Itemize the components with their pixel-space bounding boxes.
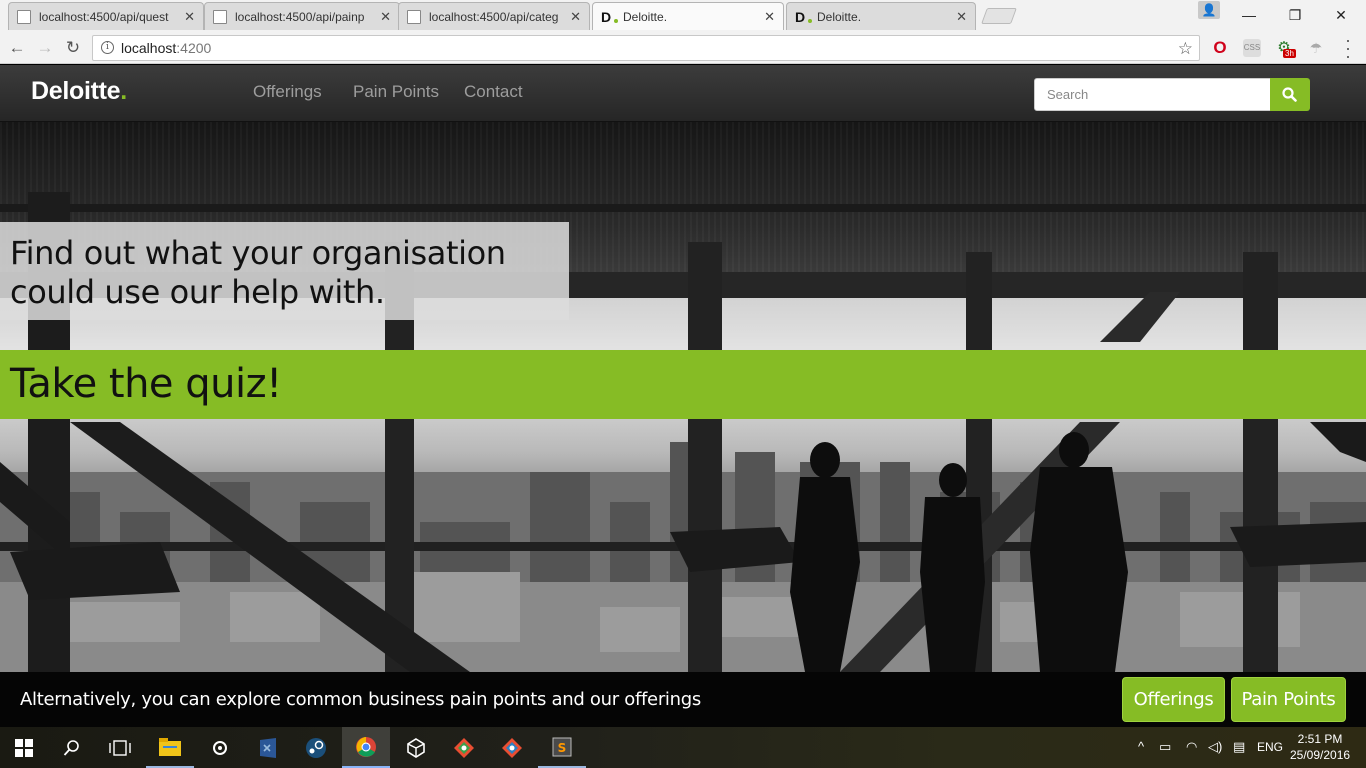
info-icon[interactable]: i xyxy=(101,41,114,54)
file-explorer-icon[interactable] xyxy=(146,727,194,768)
windows-start-icon[interactable] xyxy=(0,727,48,768)
clock-date: 25/09/2016 xyxy=(1290,748,1351,762)
close-tab-icon[interactable]: ✕ xyxy=(764,9,775,25)
deloitte-logo[interactable]: Deloitte. xyxy=(31,77,127,106)
pain-points-button[interactable]: Pain Points xyxy=(1231,677,1346,722)
browser-tab[interactable]: localhost:4500/api/quest ✕ xyxy=(8,2,204,30)
search-button[interactable] xyxy=(1270,78,1310,111)
page-viewport: Deloitte. Offerings Pain Points Contact xyxy=(0,65,1366,727)
new-tab-button[interactable] xyxy=(981,8,1017,24)
restore-icon[interactable]: ❐ xyxy=(1272,4,1318,26)
opera-icon[interactable]: O xyxy=(1211,39,1229,57)
browser-toolbar: ← → ↻ i localhost:4200 ☆ O CSS ⚙ 3h ☂ · ·… xyxy=(0,31,1366,65)
document-icon xyxy=(407,9,421,24)
tagline-panel: Find out what your organisation could use… xyxy=(0,222,569,320)
close-tab-icon[interactable]: ✕ xyxy=(956,9,967,25)
language-indicator[interactable]: ENG xyxy=(1257,740,1283,754)
css-extension-icon[interactable]: CSS xyxy=(1243,39,1261,57)
document-icon xyxy=(213,9,227,24)
explore-text: Alternatively, you can explore common bu… xyxy=(20,689,701,710)
profile-icon[interactable]: 👤 xyxy=(1198,1,1220,19)
explore-footer-bar: Alternatively, you can explore common bu… xyxy=(0,672,1366,727)
nav-link-pain-points[interactable]: Pain Points xyxy=(353,82,439,102)
browser-tab[interactable]: localhost:4500/api/painp ✕ xyxy=(204,2,400,30)
search-input[interactable] xyxy=(1034,78,1271,111)
visual-studio-icon[interactable] xyxy=(244,727,292,768)
wifi-icon[interactable]: ◠ xyxy=(1186,739,1197,755)
document-icon xyxy=(17,9,31,24)
close-tab-icon[interactable]: ✕ xyxy=(570,9,581,25)
hero-section: Find out what your organisation could use… xyxy=(0,122,1366,672)
site-navbar: Deloitte. Offerings Pain Points Contact xyxy=(0,65,1366,122)
browser-tab-active[interactable]: D Deloitte. ✕ xyxy=(592,2,784,30)
minimize-icon[interactable]: — xyxy=(1226,4,1272,26)
tab-title: localhost:4500/api/quest xyxy=(39,9,169,24)
url-port: :4200 xyxy=(176,40,212,56)
bookmark-star-icon[interactable]: ☆ xyxy=(1178,37,1193,61)
url-host: localhost xyxy=(121,40,177,56)
show-hidden-icons-icon[interactable]: ^ xyxy=(1138,739,1144,754)
origin-app-icon[interactable] xyxy=(196,727,244,768)
chrome-icon[interactable] xyxy=(342,727,390,768)
notifications-icon[interactable]: ▤ xyxy=(1233,739,1245,755)
browser-tab[interactable]: localhost:4500/api/categ ✕ xyxy=(398,2,590,30)
volume-icon[interactable]: ◁) xyxy=(1208,739,1222,755)
git-client-icon[interactable] xyxy=(488,727,536,768)
offerings-button[interactable]: Offerings xyxy=(1122,677,1225,722)
hero-tagline: Find out what your organisation could use… xyxy=(10,234,506,311)
system-clock[interactable]: 2:51 PM 25/09/2016 xyxy=(1290,731,1350,763)
tab-title: localhost:4500/api/painp xyxy=(235,9,365,24)
close-tab-icon[interactable]: ✕ xyxy=(380,9,391,25)
browser-tab-strip: localhost:4500/api/quest ✕ localhost:450… xyxy=(0,0,1366,32)
search-taskbar-icon[interactable] xyxy=(48,727,96,768)
close-tab-icon[interactable]: ✕ xyxy=(184,9,195,25)
extension-badge: 3h xyxy=(1283,49,1296,58)
take-quiz-banner[interactable]: Take the quiz! xyxy=(0,350,1366,419)
extension-icon[interactable]: ⚙ 3h xyxy=(1275,39,1296,58)
battery-icon[interactable]: ▭ xyxy=(1159,739,1171,755)
take-quiz-label: Take the quiz! xyxy=(10,361,282,407)
browser-tab[interactable]: D Deloitte. ✕ xyxy=(786,2,976,30)
address-bar[interactable]: i localhost:4200 ☆ xyxy=(92,35,1200,61)
windows-taskbar: S ^ ▭ ◠ ◁) ▤ ENG 2:51 PM 25/09/2016 xyxy=(0,727,1366,768)
sourcetree-icon[interactable] xyxy=(440,727,488,768)
unity-icon[interactable] xyxy=(392,727,440,768)
close-window-icon[interactable]: ✕ xyxy=(1318,4,1364,26)
reload-icon[interactable]: ↻ xyxy=(62,37,84,59)
svg-text:S: S xyxy=(558,741,567,755)
forward-arrow-icon[interactable]: → xyxy=(34,37,56,59)
nav-link-contact[interactable]: Contact xyxy=(464,82,523,102)
search-icon xyxy=(1282,87,1297,102)
steam-icon[interactable] xyxy=(292,727,340,768)
deloitte-d-icon: D xyxy=(601,10,618,24)
clock-time: 2:51 PM xyxy=(1297,732,1343,746)
deloitte-d-icon: D xyxy=(795,10,812,24)
tab-title: Deloitte. xyxy=(623,9,668,24)
tab-title: Deloitte. xyxy=(817,9,862,24)
nav-link-offerings[interactable]: Offerings xyxy=(253,82,322,102)
tab-title: localhost:4500/api/categ xyxy=(429,9,559,24)
browser-menu-icon[interactable]: · · · xyxy=(1342,31,1354,65)
sublime-text-icon[interactable]: S xyxy=(538,727,586,768)
cloud-extension-icon[interactable]: ☂ xyxy=(1307,39,1325,57)
task-view-icon[interactable] xyxy=(96,727,144,768)
back-arrow-icon[interactable]: ← xyxy=(6,37,28,59)
